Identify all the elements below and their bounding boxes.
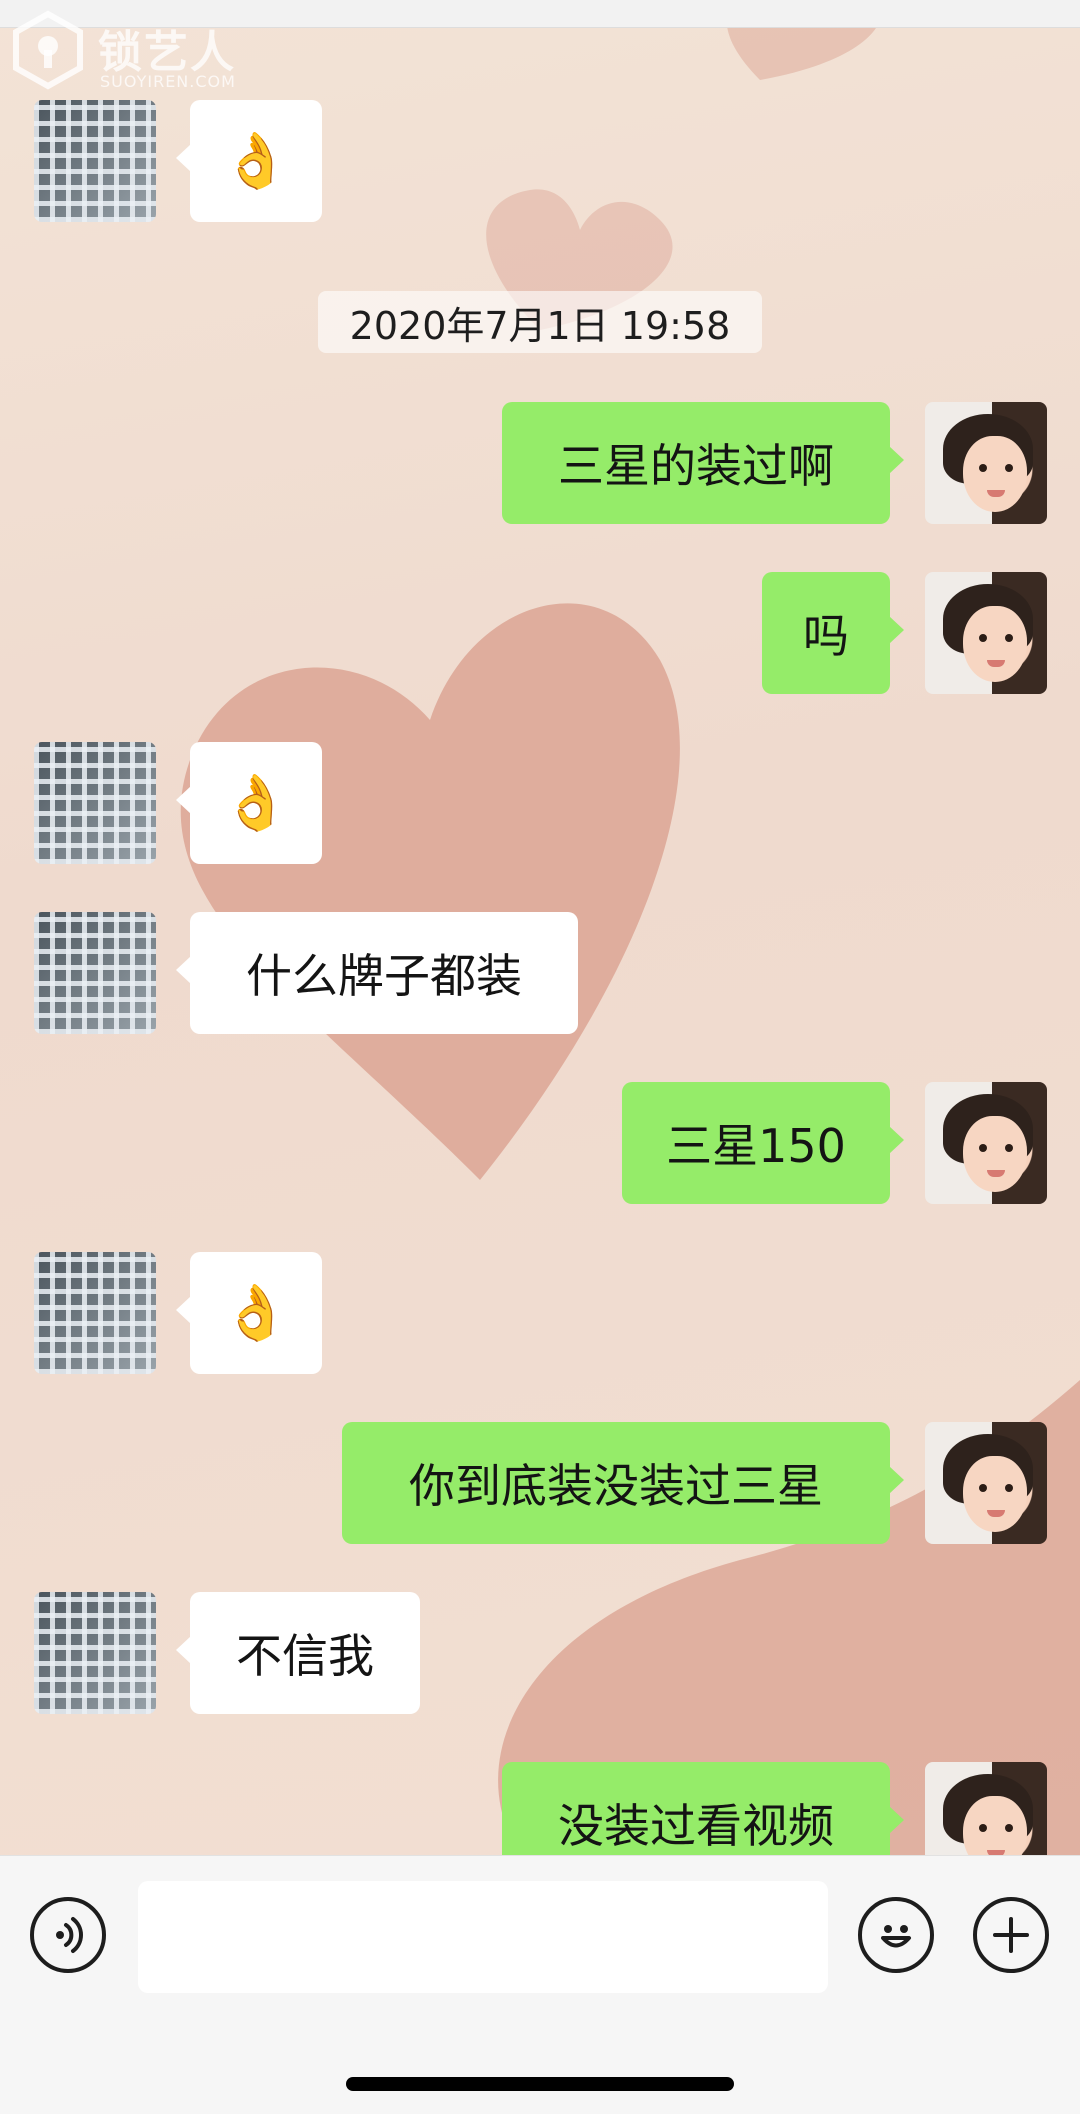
watermark-title: 锁艺人	[98, 27, 236, 78]
lock-logo-icon	[13, 10, 83, 90]
message-bubble-outgoing[interactable]: 吗	[762, 572, 904, 694]
contact-avatar[interactable]	[34, 912, 156, 1034]
ok-hand-emoji-icon: 👌	[222, 771, 290, 834]
user-avatar[interactable]	[925, 402, 1047, 524]
voice-input-button[interactable]	[30, 1897, 106, 1973]
message-text: 三星150	[666, 1119, 846, 1173]
home-indicator[interactable]	[346, 2077, 734, 2091]
ok-hand-emoji-icon: 👌	[222, 129, 290, 192]
message-bubble-outgoing[interactable]: 三星150	[622, 1082, 904, 1204]
contact-avatar[interactable]	[34, 100, 156, 222]
message-text: 吗	[803, 609, 849, 663]
watermark-subtitle: SUOYIREN.COM	[100, 72, 236, 91]
message-bubble-incoming[interactable]: 👌	[176, 1252, 322, 1374]
message-text: 没装过看视频	[558, 1799, 834, 1853]
plus-icon	[993, 1917, 1029, 1953]
message-text: 你到底装没装过三星	[409, 1459, 823, 1513]
message-bubble-incoming[interactable]: 👌	[176, 100, 322, 222]
message-text: 什么牌子都装	[246, 949, 522, 1003]
message-bubble-incoming[interactable]: 不信我	[176, 1592, 420, 1714]
ok-hand-emoji-icon: 👌	[222, 1281, 290, 1344]
message-bubble-outgoing[interactable]: 你到底装没装过三星	[342, 1422, 904, 1544]
voice-input-icon	[56, 1917, 83, 1953]
user-avatar[interactable]	[925, 1082, 1047, 1204]
contact-avatar[interactable]	[34, 742, 156, 864]
more-options-button[interactable]	[973, 1897, 1049, 1973]
message-text: 不信我	[236, 1629, 374, 1683]
contact-avatar[interactable]	[34, 1592, 156, 1714]
watermark-logo: 锁艺人 SUOYIREN.COM	[8, 10, 268, 91]
emoji-face-icon	[881, 1925, 911, 1948]
message-text: 三星的装过啊	[558, 439, 834, 493]
message-bubble-incoming[interactable]: 什么牌子都装	[176, 912, 578, 1034]
user-avatar[interactable]	[925, 1422, 1047, 1544]
message-bubble-outgoing[interactable]: 三星的装过啊	[502, 402, 904, 524]
message-input[interactable]	[138, 1881, 828, 1993]
input-bar	[0, 1855, 1080, 2114]
user-avatar[interactable]	[925, 572, 1047, 694]
contact-avatar[interactable]	[34, 1252, 156, 1374]
message-timestamp: 2020年7月1日 19:58	[318, 291, 762, 353]
emoji-button[interactable]	[858, 1897, 934, 1973]
message-bubble-incoming[interactable]: 👌	[176, 742, 322, 864]
